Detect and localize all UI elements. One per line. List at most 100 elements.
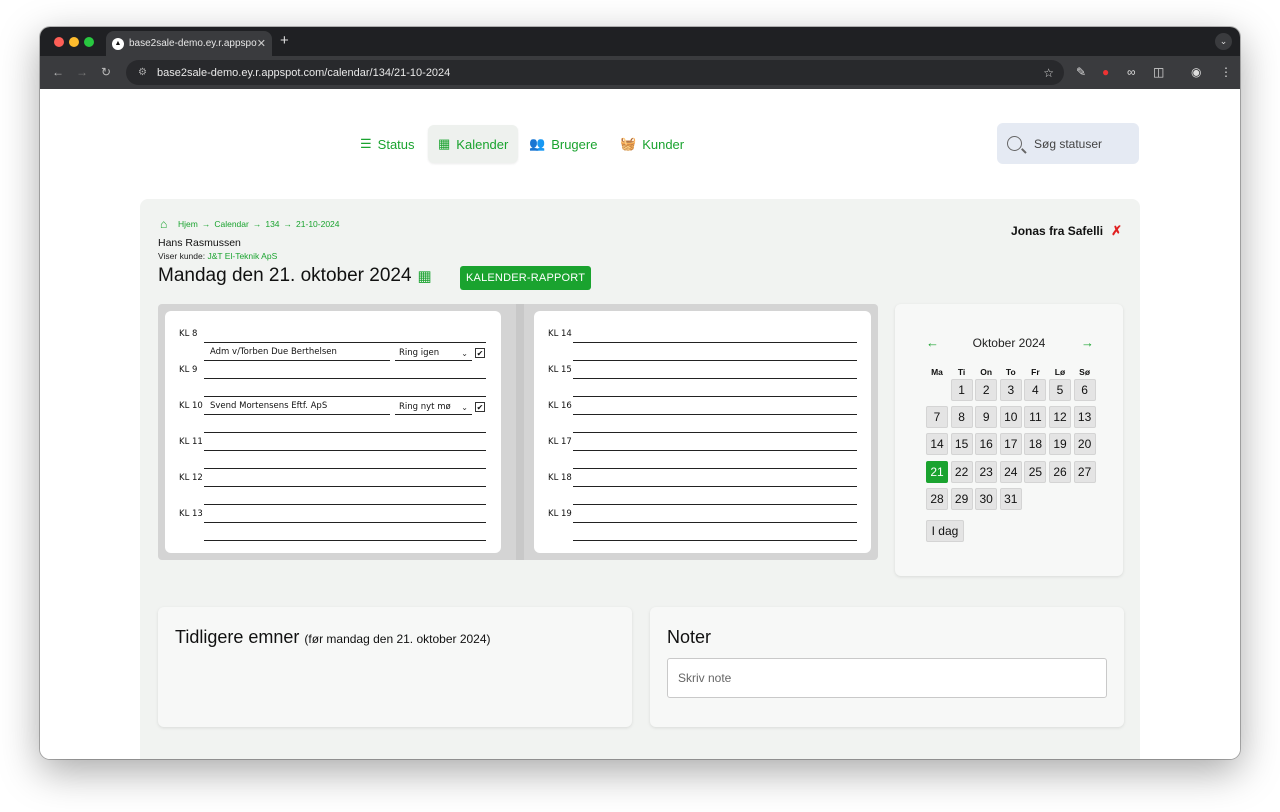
planner-line[interactable] xyxy=(204,468,486,469)
breadcrumb-calendar[interactable]: Calendar xyxy=(214,219,249,229)
extensions-puzzle-icon[interactable]: ◫ xyxy=(1153,65,1164,79)
day-cell-18[interactable]: 18 xyxy=(1024,433,1047,456)
planner-line[interactable] xyxy=(573,450,857,451)
customer-link[interactable]: J&T El-Teknik ApS xyxy=(207,251,277,261)
planner-line[interactable] xyxy=(204,540,486,541)
day-cell-10[interactable]: 10 xyxy=(999,406,1022,429)
planner-line[interactable] xyxy=(204,522,486,523)
day-cell-16[interactable]: 16 xyxy=(975,433,998,456)
day-cell-21[interactable]: 21 xyxy=(926,460,948,483)
bookmark-star-icon[interactable]: ☆ xyxy=(1043,66,1054,80)
planner-line[interactable] xyxy=(204,342,486,343)
entry-checkbox[interactable]: ✔ xyxy=(475,402,485,412)
nav-kunder[interactable]: 🧺 Kunder xyxy=(610,125,694,163)
breadcrumb-user[interactable]: 134 xyxy=(265,219,279,229)
entry-text[interactable]: Svend Mortensens Eftf. ApS xyxy=(210,401,327,411)
planner-line[interactable] xyxy=(204,504,486,505)
day-cell-7[interactable]: 7 xyxy=(926,406,948,429)
status-select[interactable]: Ring igen ⌄ xyxy=(395,347,472,361)
site-info-icon[interactable]: ⚙ xyxy=(138,67,147,78)
nav-brugere[interactable]: 👥 Brugere xyxy=(519,125,607,163)
planner-line[interactable] xyxy=(573,378,857,379)
adblock-extension-icon[interactable]: ● xyxy=(1102,65,1109,79)
day-cell-31[interactable]: 31 xyxy=(999,487,1022,510)
day-cell-11[interactable]: 11 xyxy=(1024,406,1047,429)
browser-menu-icon[interactable]: ⋮ xyxy=(1220,65,1232,79)
planner-line[interactable] xyxy=(204,378,486,379)
day-cell-2[interactable]: 2 xyxy=(975,379,998,401)
tab-title: base2sale-demo.ey.r.appspot.com/calendar xyxy=(129,38,257,49)
note-input[interactable]: Skriv note xyxy=(667,658,1107,698)
day-cell-5[interactable]: 5 xyxy=(1049,379,1071,401)
nav-kalender[interactable]: ▦ Kalender xyxy=(428,125,519,163)
planner-line[interactable] xyxy=(573,540,857,541)
day-cell-9[interactable]: 9 xyxy=(975,406,998,429)
search-input[interactable]: Søg statuser xyxy=(997,123,1139,164)
day-cell-4[interactable]: 4 xyxy=(1024,379,1047,401)
day-cell-20[interactable]: 20 xyxy=(1073,433,1096,456)
day-cell-30[interactable]: 30 xyxy=(975,487,998,510)
day-cell-23[interactable]: 23 xyxy=(975,460,998,483)
planner-line[interactable] xyxy=(204,486,486,487)
day-cell-28[interactable]: 28 xyxy=(926,487,948,510)
day-cell-1[interactable]: 1 xyxy=(950,379,973,401)
notifications-off-icon[interactable]: ✗ xyxy=(1111,223,1122,239)
planner-line[interactable] xyxy=(573,504,857,505)
day-cell-27[interactable]: 27 xyxy=(1073,460,1096,483)
day-cell-24[interactable]: 24 xyxy=(999,460,1022,483)
calendar-report-button[interactable]: KALENDER-RAPPORT xyxy=(460,266,592,290)
planner-line[interactable] xyxy=(204,396,486,397)
day-cell-12[interactable]: 12 xyxy=(1049,406,1071,429)
calendar-picker-icon[interactable]: ▦ xyxy=(418,267,432,285)
day-cell-29[interactable]: 29 xyxy=(950,487,973,510)
reload-icon[interactable]: ↻ xyxy=(101,65,111,79)
planner-line[interactable] xyxy=(573,414,857,415)
glasses-extension-icon[interactable]: ∞ xyxy=(1127,65,1136,79)
breadcrumb-hjem[interactable]: Hjem xyxy=(178,219,198,229)
day-cell-3[interactable]: 3 xyxy=(999,379,1022,401)
back-icon[interactable]: ← xyxy=(52,65,64,79)
eyedropper-extension-icon[interactable]: ✎ xyxy=(1076,65,1086,79)
day-cell-19[interactable]: 19 xyxy=(1049,433,1071,456)
day-cell-8[interactable]: 8 xyxy=(950,406,973,429)
earlier-leads-title: Tidligere emner xyxy=(175,627,300,647)
tab-close-icon[interactable]: ✕ xyxy=(257,37,266,50)
planner-line[interactable] xyxy=(204,450,486,451)
planner-line[interactable] xyxy=(573,360,857,361)
day-cell-6[interactable]: 6 xyxy=(1073,379,1096,401)
next-month-button[interactable]: → xyxy=(1081,335,1094,350)
entry-checkbox[interactable]: ✔ xyxy=(475,348,485,358)
day-cell-25[interactable]: 25 xyxy=(1024,460,1047,483)
planner-line[interactable] xyxy=(573,432,857,433)
day-cell-17[interactable]: 17 xyxy=(999,433,1022,456)
today-button[interactable]: I dag xyxy=(926,520,964,542)
planner-line[interactable] xyxy=(204,360,390,361)
maximize-window-button[interactable] xyxy=(84,37,94,47)
minimize-window-button[interactable] xyxy=(69,37,79,47)
hour-label: KL 11 xyxy=(179,437,203,447)
planner-line[interactable] xyxy=(573,486,857,487)
planner-line[interactable] xyxy=(573,396,857,397)
planner-line[interactable] xyxy=(204,432,486,433)
day-cell-15[interactable]: 15 xyxy=(950,433,973,456)
tab-search-icon[interactable]: ⌄ xyxy=(1215,33,1232,50)
planner-line[interactable] xyxy=(573,522,857,523)
day-cell-14[interactable]: 14 xyxy=(926,433,948,456)
forward-icon[interactable]: → xyxy=(76,65,88,79)
planner-line[interactable] xyxy=(204,414,390,415)
day-cell-22[interactable]: 22 xyxy=(950,460,973,483)
address-bar[interactable]: ⚙ base2sale-demo.ey.r.appspot.com/calend… xyxy=(126,60,1064,85)
home-icon[interactable]: ⌂ xyxy=(160,217,174,231)
day-cell-13[interactable]: 13 xyxy=(1073,406,1096,429)
browser-tab[interactable]: ▲ base2sale-demo.ey.r.appspot.com/calend… xyxy=(106,31,272,56)
entry-text[interactable]: Adm v/Torben Due Berthelsen xyxy=(210,347,337,357)
close-window-button[interactable] xyxy=(54,37,64,47)
planner-line[interactable] xyxy=(573,468,857,469)
day-cell-26[interactable]: 26 xyxy=(1049,460,1071,483)
new-tab-button[interactable]: + xyxy=(280,32,289,49)
profile-avatar-icon[interactable]: ◉ xyxy=(1191,65,1201,79)
status-select[interactable]: Ring nyt mø ⌄ xyxy=(395,401,472,415)
nav-status[interactable]: ☰ Status xyxy=(350,125,425,163)
breadcrumb-date[interactable]: 21-10-2024 xyxy=(296,219,339,229)
planner-line[interactable] xyxy=(573,342,857,343)
